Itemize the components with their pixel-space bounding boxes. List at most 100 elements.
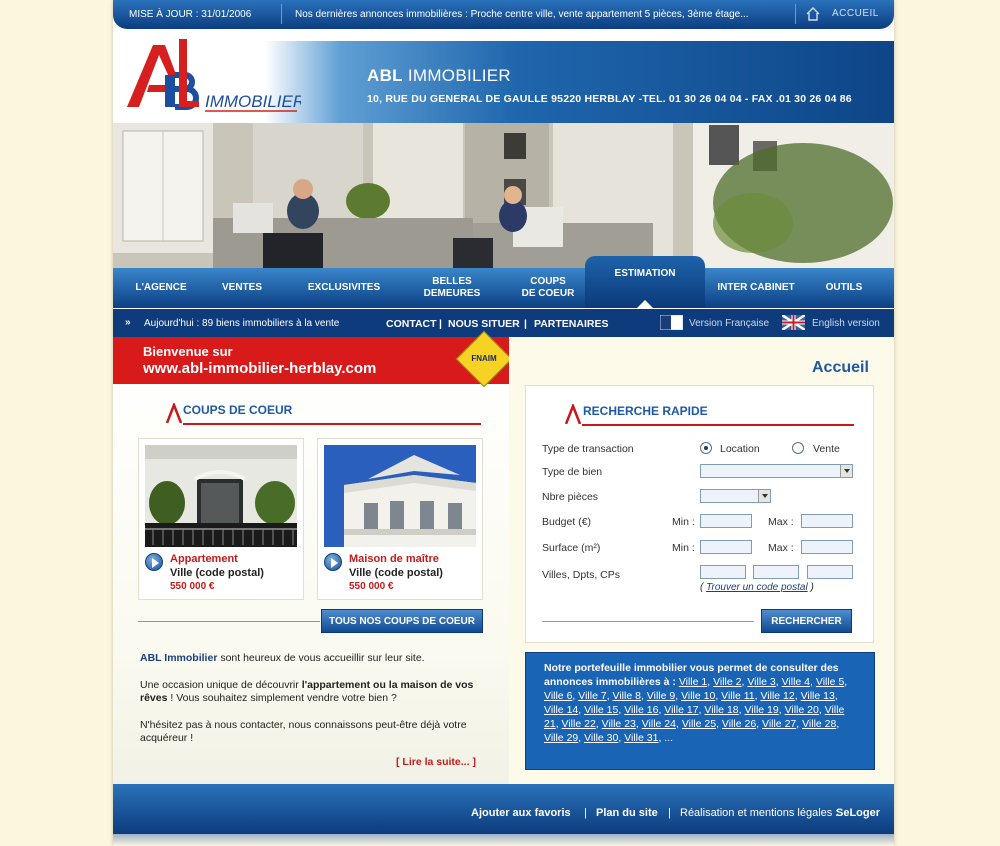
ville-link[interactable]: Ville 29 (544, 732, 578, 744)
seloger-link[interactable]: SeLoger (836, 807, 880, 819)
ville-link[interactable]: Ville 13 (801, 690, 835, 702)
ville-link[interactable]: Ville 15 (584, 704, 618, 716)
card-ville: Ville (code postal) (349, 567, 443, 579)
nav-item-outils[interactable]: OUTILS (809, 268, 879, 308)
french-flag-icon[interactable] (660, 315, 683, 330)
nav-item-estimation[interactable]: ESTIMATION (585, 254, 705, 294)
office-photo (113, 123, 894, 268)
ville-link[interactable]: Ville 17 (664, 704, 698, 716)
radio-vente-label[interactable]: Vente (813, 443, 840, 455)
ville-link[interactable]: Ville 12 (760, 690, 794, 702)
ville-link[interactable]: Ville 30 (584, 732, 618, 744)
ville-link[interactable]: Ville 27 (762, 718, 796, 730)
ville-link[interactable]: Ville 8 (613, 690, 641, 702)
type-bien-select[interactable] (700, 464, 853, 478)
double-chevron-icon: » (125, 317, 131, 328)
budget-max-input[interactable] (801, 514, 853, 528)
sitemap-link[interactable]: Plan du site (596, 807, 658, 819)
ville-link[interactable]: Ville 10 (681, 690, 715, 702)
ville-link[interactable]: Ville 14 (544, 704, 578, 716)
divider (542, 621, 754, 622)
nav-item-ventes[interactable]: VENTES (205, 268, 279, 308)
budget-min-input[interactable] (700, 514, 752, 528)
ville-link[interactable]: Ville 26 (722, 718, 756, 730)
ville-link[interactable]: Ville 31 (624, 732, 658, 744)
contact-link[interactable]: CONTACT (386, 318, 437, 330)
label-max: Max : (768, 516, 794, 528)
ville-link[interactable]: Ville 24 (642, 718, 676, 730)
separator: | (584, 807, 587, 819)
ville-input-2[interactable] (753, 565, 799, 579)
ville-link[interactable]: Ville 3 (747, 676, 775, 688)
left-column: Bienvenue sur www.abl-immobilier-herblay… (113, 330, 513, 784)
news-ticker[interactable]: Nos dernières annonces immobilières : Pr… (295, 9, 791, 20)
nav-item-coups-de-coeur[interactable]: COUPS DE COEUR (505, 268, 591, 308)
chevron-down-icon[interactable] (758, 490, 770, 502)
nav-active-indicator (637, 300, 653, 308)
radio-location[interactable] (700, 442, 712, 454)
play-arrow-icon[interactable] (324, 553, 342, 571)
logo[interactable]: IMMOBILIER (121, 37, 301, 115)
nav-item-inter-cabinet[interactable]: INTER CABINET (705, 268, 807, 308)
radio-vente[interactable] (792, 442, 804, 454)
ville-link[interactable]: Ville 9 (647, 690, 675, 702)
property-image-1[interactable] (145, 445, 297, 547)
ville-link[interactable]: Ville 4 (782, 676, 810, 688)
home-icon[interactable] (805, 6, 821, 22)
home-link[interactable]: ACCUEIL (832, 8, 879, 19)
chevron-down-icon[interactable] (840, 465, 852, 477)
find-postal-code-link[interactable]: Trouver un code postal (706, 582, 808, 593)
ville-link[interactable]: Ville 11 (721, 690, 754, 702)
lang-fr-link[interactable]: Version Française (689, 318, 769, 329)
read-more-link[interactable]: [ Lire la suite... ] (396, 756, 476, 768)
welcome-url: www.abl-immobilier-herblay.com (143, 360, 377, 377)
card-type[interactable]: Maison de maître (349, 553, 439, 565)
ville-link[interactable]: Ville 20 (785, 704, 819, 716)
ville-link[interactable]: Ville 25 (682, 718, 716, 730)
intro-text: ABL Immobilier sont heureux de vous accu… (140, 652, 480, 746)
ville-link[interactable]: Ville 5 (816, 676, 844, 688)
all-coups-button[interactable]: TOUS NOS COUPS DE COEUR (321, 609, 483, 633)
english-flag-icon[interactable] (782, 315, 805, 330)
divider (582, 424, 854, 426)
nav-item-agence[interactable]: L'AGENCE (121, 268, 201, 308)
ville-link[interactable]: Ville 2 (713, 676, 741, 688)
ville-input-3[interactable] (807, 565, 853, 579)
search-button[interactable]: RECHERCHER (761, 609, 852, 633)
ville-link[interactable]: Ville 1 (679, 676, 707, 688)
situer-link[interactable]: NOUS SITUER (448, 318, 520, 330)
ville-input-1[interactable] (700, 565, 746, 579)
page-title: Accueil (812, 359, 869, 376)
lang-en-link[interactable]: English version (812, 318, 880, 329)
agency-address: 10, RUE DU GENERAL DE GAULLE 95220 HERBL… (367, 93, 852, 105)
ville-link[interactable]: Ville 23 (602, 718, 636, 730)
ville-link[interactable]: Ville 16 (624, 704, 658, 716)
ville-link[interactable]: Ville 18 (704, 704, 738, 716)
label-max: Max : (768, 542, 794, 554)
radio-location-label[interactable]: Location (720, 443, 760, 455)
nav-item-exclusivites[interactable]: EXCLUSIVITES (291, 268, 397, 308)
pieces-select[interactable] (700, 489, 771, 503)
play-arrow-icon[interactable] (145, 553, 163, 571)
surface-min-input[interactable] (700, 540, 752, 554)
coup-card-2[interactable]: Maison de maître Ville (code postal) 550… (317, 438, 483, 600)
card-type[interactable]: Appartement (170, 553, 238, 565)
label-surface: Surface (m²) (542, 542, 601, 554)
agency-name: ABL IMMOBILIER (367, 66, 511, 85)
add-favorites-link[interactable]: Ajouter aux favoris (471, 807, 571, 819)
ville-link[interactable]: Ville 6 (544, 690, 572, 702)
divider (795, 4, 796, 24)
partenaires-link[interactable]: PARTENAIRES (534, 318, 608, 330)
ville-link[interactable]: Ville 7 (578, 690, 606, 702)
property-image-2[interactable] (324, 445, 476, 547)
ville-link[interactable]: Ville 22 (562, 718, 596, 730)
nav-item-belles-demeures[interactable]: BELLES DEMEURES (409, 268, 495, 308)
search-title: RECHERCHE RAPIDE (583, 404, 708, 418)
coup-card-1[interactable]: Appartement Ville (code postal) 550 000 … (138, 438, 304, 600)
card-ville: Ville (code postal) (170, 567, 264, 579)
find-postal-code: ( Trouver un code postal ) (700, 582, 814, 593)
surface-max-input[interactable] (801, 540, 853, 554)
ville-link[interactable]: Ville 19 (744, 704, 778, 716)
ville-link[interactable]: Ville 28 (802, 718, 836, 730)
divider (183, 423, 481, 425)
